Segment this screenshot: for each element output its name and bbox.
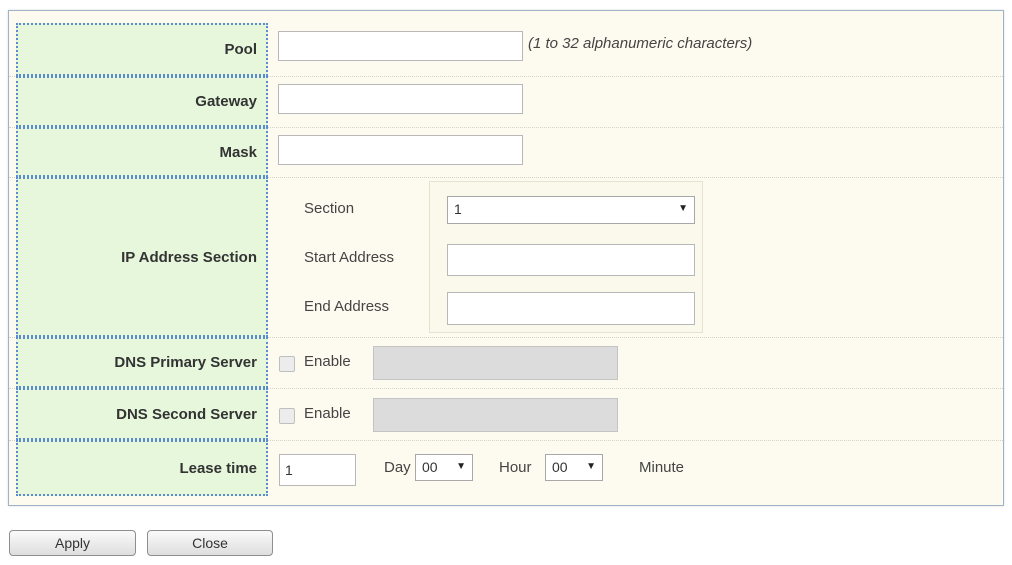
dns-primary-enable-checkbox[interactable] xyxy=(279,356,295,372)
close-button[interactable]: Close xyxy=(147,530,273,556)
minute-select[interactable]: 00 ▼ xyxy=(545,454,603,481)
lease-days-input[interactable] xyxy=(279,454,356,486)
end-address-input[interactable] xyxy=(447,292,695,325)
apply-button[interactable]: Apply xyxy=(9,530,136,556)
dns-second-row: DNS Second Server Enable xyxy=(9,388,1003,441)
start-address-label: Start Address xyxy=(304,249,395,266)
end-address-label: End Address xyxy=(304,298,390,315)
caret-down-icon: ▼ xyxy=(678,203,688,214)
section-select[interactable]: 1 ▼ xyxy=(447,196,695,224)
dns-primary-row: DNS Primary Server Enable xyxy=(9,337,1003,389)
section-label: Section xyxy=(304,200,355,217)
mask-input[interactable] xyxy=(278,135,523,165)
hour-label: Hour xyxy=(499,459,532,476)
dns-primary-enable-label: Enable xyxy=(304,353,351,370)
dns-second-input[interactable] xyxy=(373,398,618,432)
pool-row: Pool (1 to 32 alphanumeric characters) xyxy=(9,23,1003,77)
mask-row: Mask xyxy=(9,127,1003,178)
dns-second-label: DNS Second Server xyxy=(16,388,268,440)
pool-hint: (1 to 32 alphanumeric characters) xyxy=(528,35,753,52)
hour-select-value: 00 xyxy=(422,459,438,475)
lease-time-row: Lease time Day 00 ▼ Hour 00 ▼ Minute xyxy=(9,440,1003,496)
dns-primary-input[interactable] xyxy=(373,346,618,380)
start-address-input[interactable] xyxy=(447,244,695,276)
pool-label: Pool xyxy=(16,23,268,76)
caret-down-icon: ▼ xyxy=(586,461,596,472)
pool-input[interactable] xyxy=(278,31,523,61)
lease-time-label: Lease time xyxy=(16,440,268,496)
minute-label: Minute xyxy=(639,459,685,476)
ip-section-label: IP Address Section xyxy=(16,177,268,337)
gateway-input[interactable] xyxy=(278,84,523,114)
gateway-label: Gateway xyxy=(16,76,268,127)
hour-select[interactable]: 00 ▼ xyxy=(415,454,473,481)
section-select-value: 1 xyxy=(454,201,462,217)
ip-section-row: IP Address Section Section 1 ▼ Start Add… xyxy=(9,177,1003,338)
mask-label: Mask xyxy=(16,127,268,177)
caret-down-icon: ▼ xyxy=(456,461,466,472)
gateway-row: Gateway xyxy=(9,76,1003,128)
minute-select-value: 00 xyxy=(552,459,568,475)
day-label: Day xyxy=(384,459,411,476)
dns-second-enable-checkbox[interactable] xyxy=(279,408,295,424)
ip-section-box: Section 1 ▼ Start Address End Address xyxy=(304,181,703,333)
dns-second-enable-label: Enable xyxy=(304,405,351,422)
dns-primary-label: DNS Primary Server xyxy=(16,337,268,388)
dhcp-pool-form: Pool (1 to 32 alphanumeric characters) G… xyxy=(8,10,1004,506)
